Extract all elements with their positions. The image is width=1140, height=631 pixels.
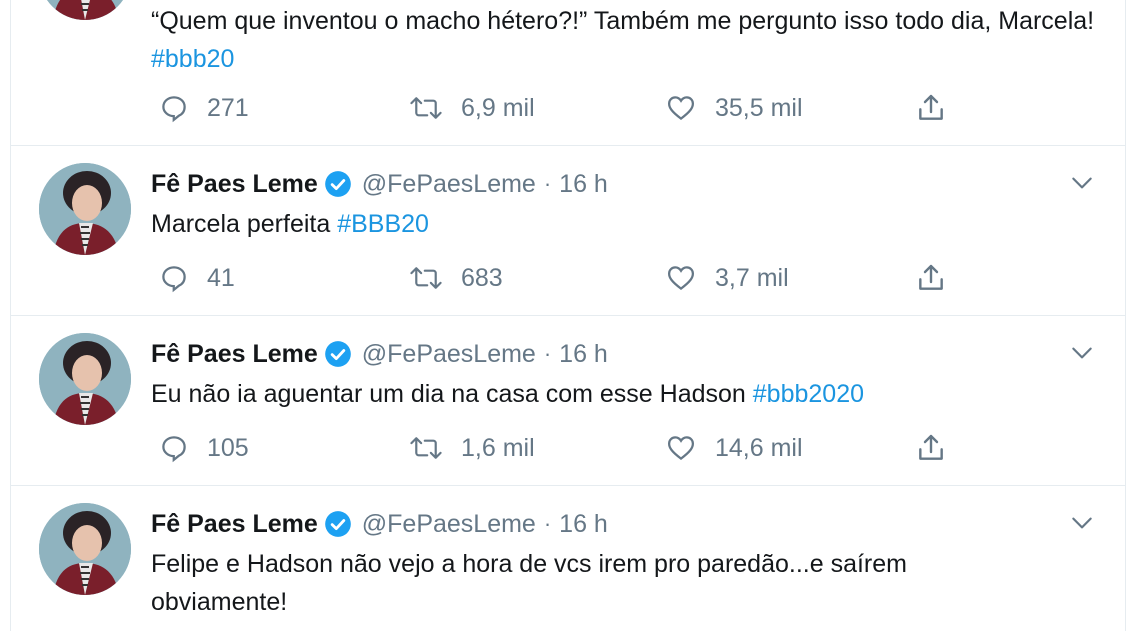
retweet-button[interactable]: 1,6 mil bbox=[409, 428, 535, 468]
like-button[interactable]: 14,6 mil bbox=[665, 428, 803, 468]
reply-button[interactable]: 41 bbox=[159, 258, 235, 298]
tweet-header: Fê Paes Leme @FePaesLeme · 16 h bbox=[151, 166, 608, 202]
avatar-image bbox=[39, 163, 131, 255]
retweet-button[interactable]: 683 bbox=[409, 258, 503, 298]
tweet[interactable]: Fê Paes Leme @FePaesLeme · 16 h Felipe e… bbox=[11, 486, 1125, 631]
user-handle[interactable]: @FePaesLeme bbox=[362, 340, 536, 369]
tweet-text: “Quem que inventou o macho hétero?!” Tam… bbox=[151, 2, 1111, 78]
reply-button[interactable]: 271 bbox=[159, 88, 249, 128]
timestamp[interactable]: 16 h bbox=[559, 510, 608, 539]
hashtag-link[interactable]: #bbb20 bbox=[151, 45, 234, 73]
hashtag-link[interactable]: #bbb2020 bbox=[753, 380, 864, 408]
retweet-count: 6,9 mil bbox=[461, 93, 535, 122]
user-handle[interactable]: @FePaesLeme bbox=[362, 170, 536, 199]
verified-badge-icon bbox=[324, 341, 351, 367]
tweet-text: Felipe e Hadson não vejo a hora de vcs i… bbox=[151, 545, 1111, 621]
share-button[interactable] bbox=[915, 88, 965, 128]
tweet-actions: 105 1,6 mil 14,6 mil bbox=[151, 428, 971, 468]
retweet-icon bbox=[410, 267, 442, 289]
separator-dot: · bbox=[543, 341, 552, 366]
reply-button[interactable]: 105 bbox=[159, 428, 249, 468]
tweet-body: “Quem que inventou o macho hétero?!” Tam… bbox=[151, 7, 1095, 35]
avatar[interactable] bbox=[39, 333, 131, 425]
reply-count: 271 bbox=[207, 93, 249, 122]
timestamp[interactable]: 16 h bbox=[559, 340, 608, 369]
like-button[interactable]: 3,7 mil bbox=[665, 258, 789, 298]
avatar[interactable] bbox=[39, 163, 131, 255]
share-icon bbox=[919, 434, 943, 460]
tweet[interactable]: Fê Paes Leme @FePaesLeme · 16 h Marcela … bbox=[11, 146, 1125, 316]
like-count: 3,7 mil bbox=[715, 263, 789, 292]
like-button[interactable]: 35,5 mil bbox=[665, 88, 803, 128]
tweet[interactable]: Fê Paes Leme @FePaesLeme · 16 h Eu não i… bbox=[11, 316, 1125, 486]
tweet-body: Marcela perfeita bbox=[151, 210, 338, 238]
timeline-feed: “Quem que inventou o macho hétero?!” Tam… bbox=[10, 0, 1126, 631]
like-count: 14,6 mil bbox=[715, 433, 803, 462]
verified-badge-icon bbox=[324, 511, 351, 537]
tweet-body: Eu não ia aguentar um dia na casa com es… bbox=[151, 380, 753, 408]
reply-icon bbox=[162, 96, 186, 123]
retweet-icon bbox=[410, 97, 442, 119]
verified-badge-icon bbox=[324, 171, 351, 197]
separator-dot: · bbox=[543, 511, 552, 536]
avatar-image bbox=[39, 333, 131, 425]
chevron-down-icon[interactable] bbox=[1069, 510, 1095, 536]
tweet-actions: 271 6,9 mil 35,5 mil bbox=[151, 88, 971, 128]
like-icon bbox=[667, 436, 695, 461]
retweet-count: 683 bbox=[461, 263, 503, 292]
avatar[interactable] bbox=[39, 0, 131, 20]
tweet-body-line: Felipe e Hadson não vejo a hora de vcs i… bbox=[151, 550, 907, 578]
share-icon bbox=[919, 94, 943, 120]
tweet-text: Eu não ia aguentar um dia na casa com es… bbox=[151, 375, 1111, 413]
share-icon bbox=[919, 264, 943, 290]
tweet-body-line: obviamente! bbox=[151, 588, 288, 616]
avatar[interactable] bbox=[39, 503, 131, 595]
share-button[interactable] bbox=[915, 428, 965, 468]
like-icon bbox=[667, 266, 695, 291]
hashtag-link[interactable]: #BBB20 bbox=[337, 210, 429, 238]
retweet-count: 1,6 mil bbox=[461, 433, 535, 462]
tweet-header: Fê Paes Leme @FePaesLeme · 16 h bbox=[151, 336, 608, 372]
retweet-icon bbox=[410, 437, 442, 459]
share-button[interactable] bbox=[915, 258, 965, 298]
reply-count: 41 bbox=[207, 263, 235, 292]
user-handle[interactable]: @FePaesLeme bbox=[362, 510, 536, 539]
reply-icon bbox=[162, 266, 186, 293]
tweet-actions: 41 683 3,7 mil bbox=[151, 258, 971, 298]
like-icon bbox=[667, 96, 695, 121]
tweet-header: Fê Paes Leme @FePaesLeme · 16 h bbox=[151, 506, 608, 542]
like-count: 35,5 mil bbox=[715, 93, 803, 122]
timestamp[interactable]: 16 h bbox=[559, 170, 608, 199]
display-name[interactable]: Fê Paes Leme bbox=[151, 340, 318, 369]
tweet-text: Marcela perfeita #BBB20 bbox=[151, 205, 1111, 243]
reply-icon bbox=[162, 436, 186, 463]
separator-dot: · bbox=[543, 171, 552, 196]
chevron-down-icon[interactable] bbox=[1069, 340, 1095, 366]
chevron-down-icon[interactable] bbox=[1069, 170, 1095, 196]
avatar-image bbox=[39, 503, 131, 595]
reply-count: 105 bbox=[207, 433, 249, 462]
display-name[interactable]: Fê Paes Leme bbox=[151, 510, 318, 539]
display-name[interactable]: Fê Paes Leme bbox=[151, 170, 318, 199]
tweet[interactable]: “Quem que inventou o macho hétero?!” Tam… bbox=[11, 0, 1125, 146]
retweet-button[interactable]: 6,9 mil bbox=[409, 88, 535, 128]
avatar-image bbox=[39, 0, 131, 20]
